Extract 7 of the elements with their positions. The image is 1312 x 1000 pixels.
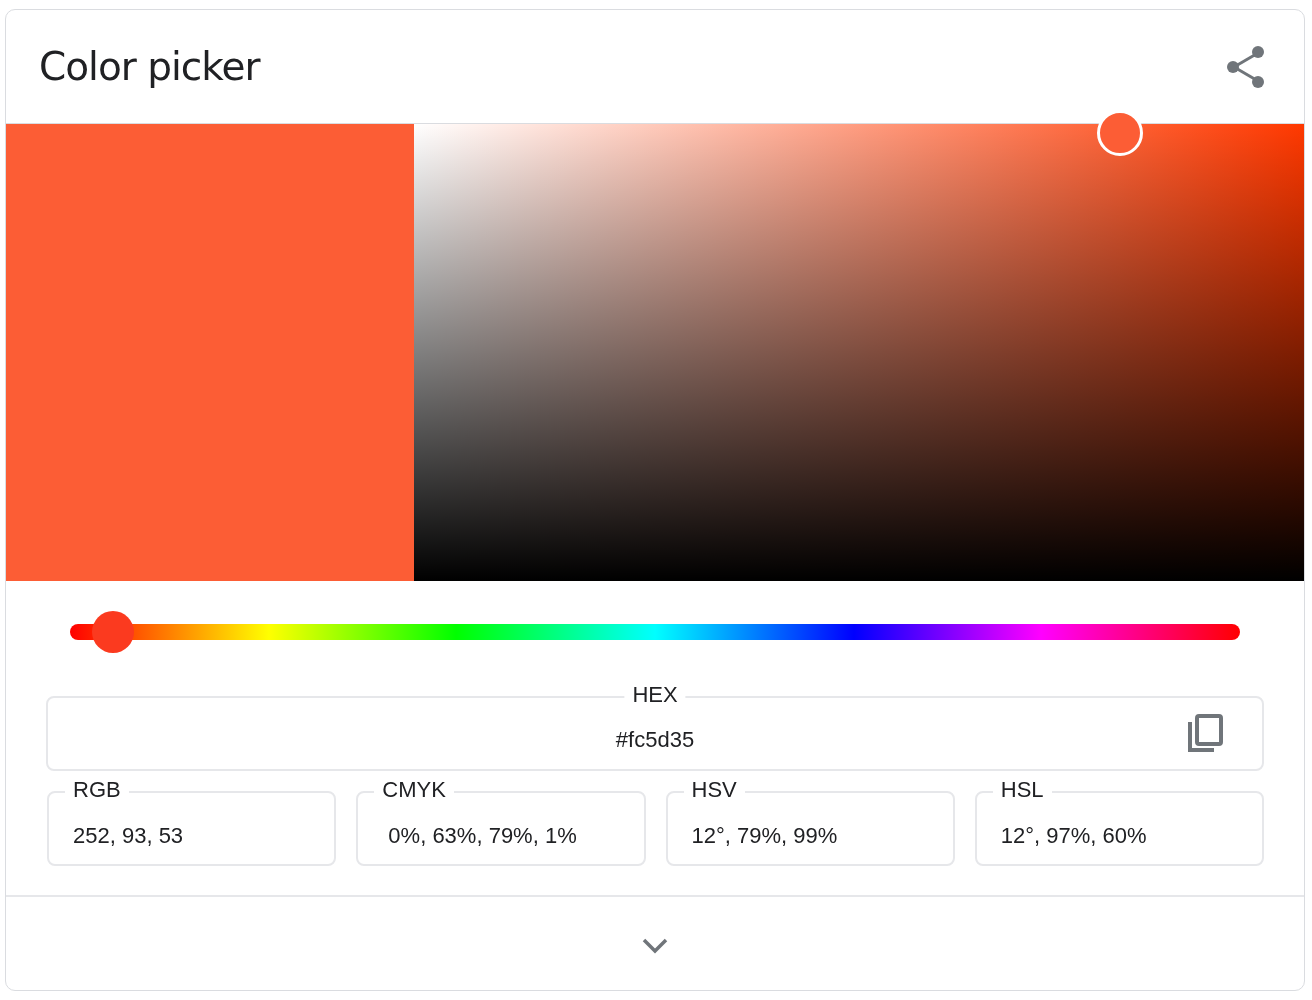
share-icon[interactable] [1226,44,1266,89]
hue-slider[interactable] [70,610,1240,654]
expand-chevron-icon[interactable] [642,938,668,954]
saturation-brightness-plane[interactable] [414,124,1304,581]
hue-handle[interactable] [92,611,135,653]
card-title: Color picker [39,44,260,89]
copy-icon[interactable] [1186,713,1224,755]
